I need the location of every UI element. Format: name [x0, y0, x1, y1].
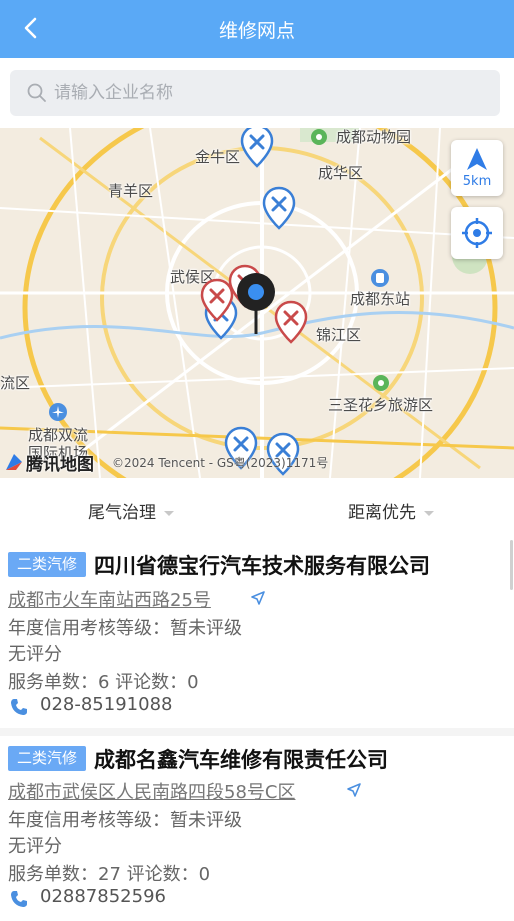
shop-list: 二类汽修 四川省德宝行汽车技术服务有限公司 成都市火车南站西路25号 年度信用考…: [0, 538, 514, 921]
locate-button[interactable]: [451, 207, 503, 259]
map-label-qingyang: 青羊区: [108, 182, 154, 200]
map-scale: 5km: [462, 174, 492, 189]
map-label-jinjiang: 锦江区: [316, 326, 362, 344]
page-title: 维修网点: [218, 20, 295, 42]
compass-button[interactable]: 5km: [451, 140, 503, 196]
filter-bar: 尾气治理 距离优先: [0, 478, 514, 538]
category-label: 尾气治理: [88, 503, 156, 523]
service-stats: 服务单数：27 评论数：0: [8, 864, 211, 885]
category-badge: 二类汽修: [8, 552, 86, 577]
search-box[interactable]: [10, 70, 500, 116]
airport-icon: [49, 403, 67, 421]
shop-phone[interactable]: 02887852596: [40, 886, 166, 907]
list-item[interactable]: 二类汽修 成都名鑫汽车维修有限责任公司 成都市武侯区人民南路四段58号C区 年度…: [0, 738, 514, 921]
map-label-sansheng: 三圣花乡旅游区: [328, 396, 434, 414]
station-icon: [371, 269, 389, 287]
map-label-chenghua: 成华区: [318, 164, 364, 182]
tencent-logo-icon: [6, 454, 22, 470]
shop-address[interactable]: 成都市火车南站西路25号: [8, 586, 211, 612]
crosshair-icon: [462, 218, 492, 248]
chevron-down-icon: [164, 510, 174, 516]
phone-icon[interactable]: [10, 698, 28, 716]
category-dropdown[interactable]: 尾气治理: [88, 498, 174, 523]
shop-address[interactable]: 成都市武侯区人民南路四段58号C区: [8, 778, 295, 804]
map-label-east-station: 成都东站: [350, 290, 411, 308]
list-item[interactable]: 二类汽修 四川省德宝行汽车技术服务有限公司 成都市火车南站西路25号 年度信用考…: [0, 548, 514, 728]
search-input[interactable]: [54, 70, 474, 116]
search-bar: [0, 58, 514, 128]
category-badge: 二类汽修: [8, 746, 86, 771]
phone-icon[interactable]: [10, 890, 28, 908]
map-view[interactable]: 成都动物园 金牛区 成华区 青羊区 武侯区 成都东站 锦江区 流区 三圣花乡旅游…: [0, 128, 514, 478]
repair-pin-blue[interactable]: [262, 186, 296, 230]
map-logo: 腾讯地图: [26, 455, 94, 475]
list-divider: [0, 728, 514, 736]
navigation-icon[interactable]: [250, 590, 266, 606]
shop-name[interactable]: 四川省德宝行汽车技术服务有限公司: [94, 550, 430, 580]
map-label-jinniu: 金牛区: [195, 148, 241, 166]
credit-level: 年度信用考核等级：暂未评级: [8, 618, 242, 639]
shop-name[interactable]: 成都名鑫汽车维修有限责任公司: [94, 744, 388, 774]
scenic-icon: [373, 375, 389, 391]
rating: 无评分: [8, 644, 62, 665]
shop-phone[interactable]: 028-85191088: [40, 694, 172, 715]
zoo-icon: [311, 129, 327, 145]
repair-pin-red[interactable]: [274, 300, 308, 344]
top-bar: 维修网点: [0, 0, 514, 58]
sort-dropdown[interactable]: 距离优先: [348, 498, 434, 523]
map-label-zoo: 成都动物园: [336, 128, 412, 146]
rating: 无评分: [8, 836, 62, 857]
compass-icon: [467, 148, 487, 170]
chevron-down-icon: [424, 510, 434, 516]
credit-level: 年度信用考核等级：暂未评级: [8, 810, 242, 831]
scrollbar[interactable]: [510, 540, 513, 590]
map-label-liu: 流区: [0, 374, 31, 392]
service-stats: 服务单数：6 评论数：0: [8, 672, 199, 693]
navigation-icon[interactable]: [346, 782, 362, 798]
sort-label: 距离优先: [348, 503, 416, 523]
map-copyright: ©2024 Tencent - GS粤(2023)1171号: [112, 456, 329, 470]
repair-pin-blue[interactable]: [240, 128, 274, 168]
current-location-pin: [237, 273, 275, 334]
search-icon: [27, 83, 46, 102]
